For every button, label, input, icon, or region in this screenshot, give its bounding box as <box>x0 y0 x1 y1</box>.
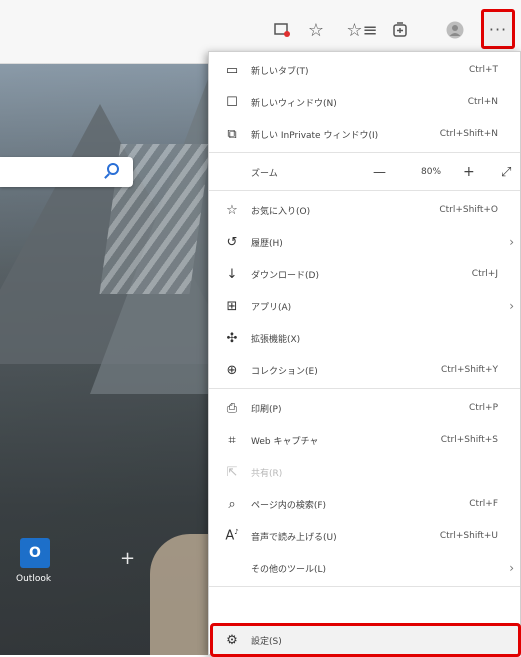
fullscreen-icon[interactable]: ⤢ <box>501 165 511 180</box>
menu-item-label: 音声で読み上げる(U) <box>251 532 337 543</box>
menu-item-history[interactable]: ↺ 履歴(H) › <box>209 226 520 258</box>
download-icon: ↓ <box>226 266 238 282</box>
menu-item-label: コレクション(E) <box>251 366 318 377</box>
print-icon: ⎙ <box>226 400 238 416</box>
menu-item-settings[interactable]: ⚙ 設定(S) <box>209 624 520 656</box>
new-window-icon: ☐ <box>226 94 238 110</box>
new-tab-icon: ▭ <box>225 62 239 78</box>
menu-item-read-aloud[interactable]: A♪ 音声で読み上げる(U) Ctrl+Shift+U <box>209 520 520 552</box>
menu-item-web-capture[interactable]: ⌗ Web キャプチャ Ctrl+Shift+S <box>209 424 520 456</box>
search-input[interactable] <box>0 157 133 187</box>
extensions-icon: ✣ <box>226 330 238 346</box>
menu-item-downloads[interactable]: ↓ ダウンロード(D) Ctrl+J <box>209 258 520 290</box>
menu-item-collections[interactable]: ⊕ コレクション(E) Ctrl+Shift+Y <box>209 354 520 386</box>
menu-item-label: 印刷(P) <box>251 404 282 415</box>
menu-item-shortcut: Ctrl+Shift+O <box>439 205 498 215</box>
inprivate-icon: ⧉ <box>227 126 237 142</box>
chevron-right-icon: › <box>509 299 514 313</box>
gear-icon: ⚙ <box>226 632 238 648</box>
menu-item-shortcut: Ctrl+Shift+S <box>440 435 498 445</box>
favorites-bar-icon[interactable]: ☆≡ <box>346 16 377 44</box>
zoom-in-button[interactable]: + <box>463 164 475 180</box>
chevron-right-icon: › <box>509 561 514 575</box>
menu-item-label: 設定(S) <box>251 636 282 647</box>
menu-divider <box>209 190 520 191</box>
history-icon: ↺ <box>226 234 238 250</box>
menu-item-extensions[interactable]: ✣ 拡張機能(X) <box>209 322 520 354</box>
find-icon: ⌕ <box>228 496 236 512</box>
more-menu-button[interactable]: ··· <box>481 9 515 49</box>
collections-red-icon[interactable] <box>268 16 296 44</box>
share-icon: ⇱ <box>226 464 238 480</box>
menu-item-print[interactable]: ⎙ 印刷(P) Ctrl+P <box>209 392 520 424</box>
menu-item-label: 新しい InPrivate ウィンドウ(I) <box>251 130 379 141</box>
menu-item-label: ダウンロード(D) <box>251 270 319 281</box>
menu-item-label: Web キャプチャ <box>251 436 319 447</box>
menu-item-favorites[interactable]: ☆ お気に入り(O) Ctrl+Shift+O <box>209 194 520 226</box>
add-tile-icon[interactable]: + <box>120 548 135 569</box>
outlook-tile-icon[interactable]: O <box>20 538 50 568</box>
menu-item-new-tab[interactable]: ▭ 新しいタブ(T) Ctrl+T <box>209 54 520 86</box>
menu-item-more-tools[interactable]: その他のツール(L) › <box>209 552 520 584</box>
menu-item-label: ページ内の検索(F) <box>251 500 327 511</box>
menu-item-label: お気に入り(O) <box>251 206 311 217</box>
menu-item-apps[interactable]: ⊞ アプリ(A) › <box>209 290 520 322</box>
menu-item-label: その他のツール(L) <box>251 564 327 575</box>
menu-item-new-window[interactable]: ☐ 新しいウィンドウ(N) Ctrl+N <box>209 86 520 118</box>
favorites-icon: ☆ <box>226 202 238 218</box>
menu-divider <box>209 586 520 587</box>
menu-item-label: 拡張機能(X) <box>251 334 301 345</box>
chevron-right-icon: › <box>509 235 514 249</box>
menu-item-label: 新しいタブ(T) <box>251 66 309 77</box>
menu-item-shortcut: Ctrl+T <box>468 65 498 75</box>
menu-divider <box>209 152 520 153</box>
menu-item-label: 履歴(H) <box>251 238 283 249</box>
menu-item-new-inprivate[interactable]: ⧉ 新しい InPrivate ウィンドウ(I) Ctrl+Shift+N <box>209 118 520 150</box>
menu-item-shortcut: Ctrl+Shift+Y <box>440 365 498 375</box>
menu-item-label: 新しいウィンドウ(N) <box>251 98 337 109</box>
collections-icon: ⊕ <box>226 362 238 378</box>
collections-icon[interactable] <box>386 16 414 44</box>
menu-item-label: 共有(R) <box>251 468 283 479</box>
menu-item-shortcut: Ctrl+N <box>467 97 498 107</box>
search-icon[interactable] <box>107 163 119 175</box>
outlook-tile-label: Outlook <box>16 574 52 584</box>
menu-item-shortcut: Ctrl+P <box>469 403 498 413</box>
zoom-value: 80% <box>421 167 442 177</box>
menu-item-label: アプリ(A) <box>251 302 292 313</box>
apps-icon: ⊞ <box>226 298 238 314</box>
menu-divider <box>209 388 520 389</box>
menu-item-find-on-page[interactable]: ⌕ ページ内の検索(F) Ctrl+F <box>209 488 520 520</box>
menu-item-shortcut: Ctrl+Shift+U <box>439 531 498 541</box>
read-aloud-icon: A♪ <box>225 528 239 544</box>
menu-item-shortcut: Ctrl+Shift+N <box>439 129 498 139</box>
more-menu: ▭ 新しいタブ(T) Ctrl+T ☐ 新しいウィンドウ(N) Ctrl+N ⧉… <box>208 51 521 657</box>
menu-item-share: ⇱ 共有(R) <box>209 456 520 488</box>
menu-item-shortcut: Ctrl+J <box>471 269 498 279</box>
zoom-out-button[interactable]: — <box>373 165 386 180</box>
profile-icon[interactable] <box>441 16 469 44</box>
zoom-label: ズーム <box>251 168 278 179</box>
star-icon[interactable]: ☆ <box>302 16 330 44</box>
menu-item-zoom: ズーム — 80% + ⤢ <box>209 156 520 188</box>
menu-item-shortcut: Ctrl+F <box>469 499 498 509</box>
web-capture-icon: ⌗ <box>228 432 236 448</box>
